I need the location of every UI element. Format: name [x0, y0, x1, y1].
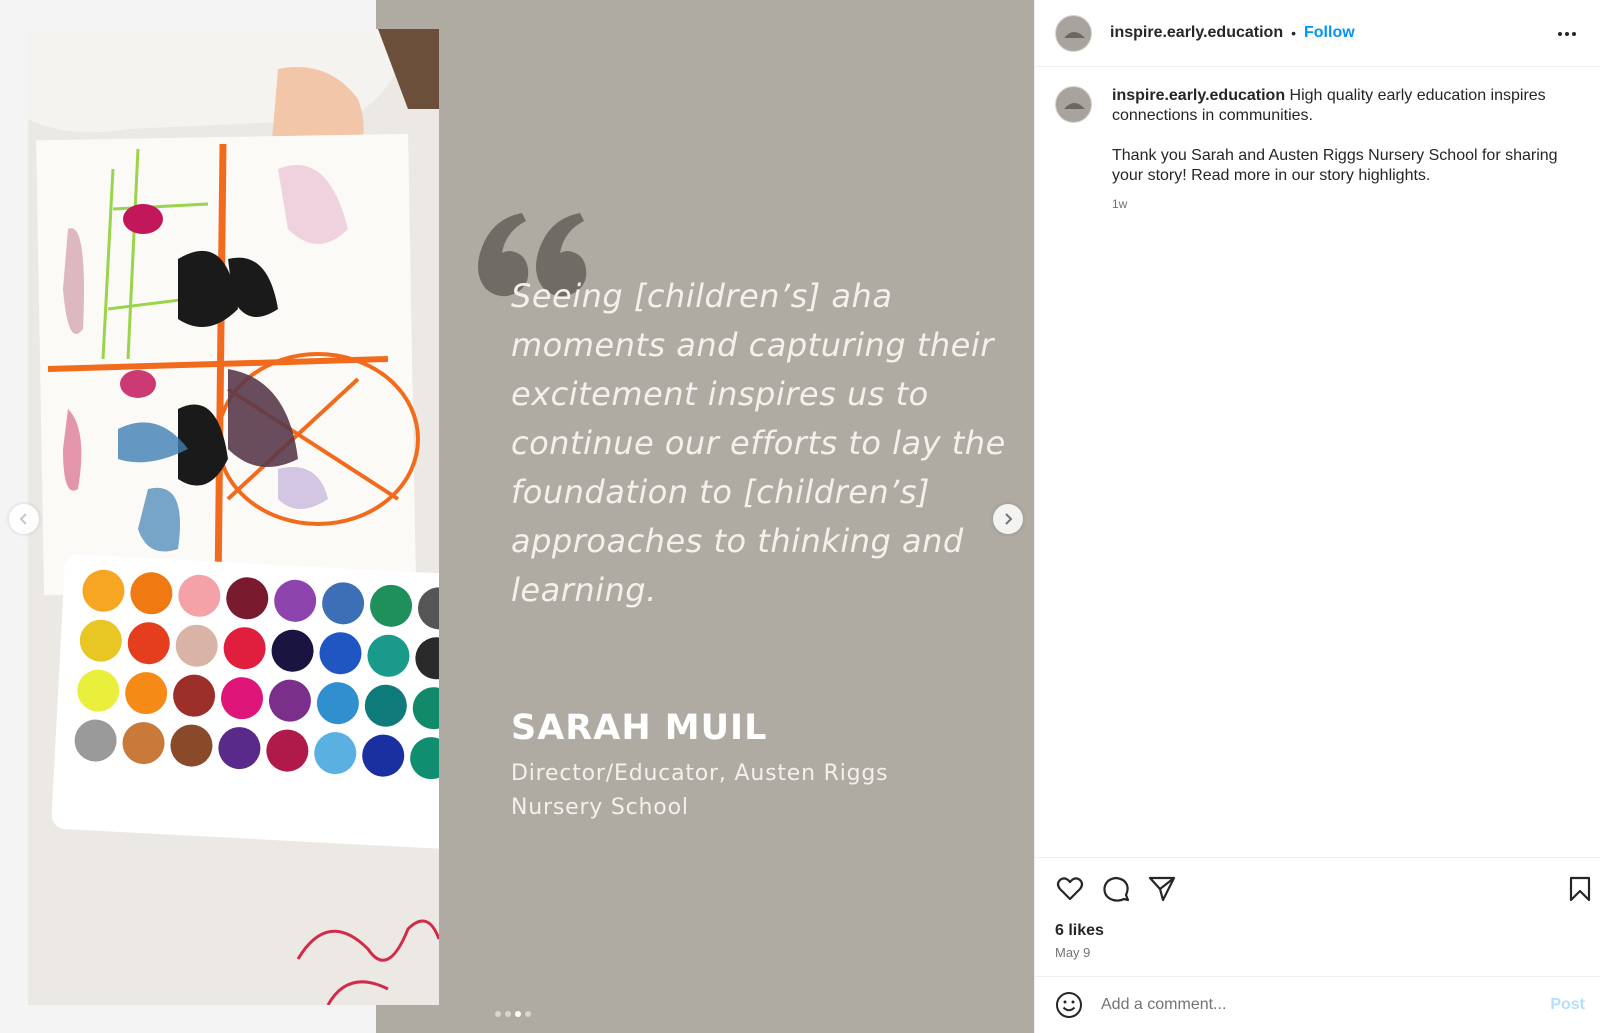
caption-username[interactable]: inspire.early.education: [1112, 87, 1285, 104]
slide-dot-active: [515, 1011, 521, 1017]
artwork-photo: [28, 29, 439, 1005]
quote-text: Seeing [children’s] aha moments and capt…: [511, 277, 1006, 609]
post-date[interactable]: May 9: [1055, 945, 1090, 960]
more-options-button[interactable]: [1555, 22, 1579, 46]
caption-timestamp[interactable]: 1w: [1112, 197, 1581, 211]
post-media: Seeing [children’s] aha moments and capt…: [0, 0, 1034, 1033]
caption-text: inspire.early.education High quality ear…: [1112, 86, 1581, 126]
bookmark-icon: [1569, 876, 1591, 902]
previous-slide-button[interactable]: [9, 504, 39, 534]
author-role: Director/Educator, Austen Riggs Nursery …: [511, 761, 889, 820]
heart-icon: [1056, 877, 1084, 901]
caption-body: inspire.early.education High quality ear…: [1112, 86, 1581, 211]
more-icon: [1558, 32, 1576, 36]
slide-dot: [495, 1011, 501, 1017]
chevron-right-icon: [1005, 513, 1013, 525]
logo-icon: [1064, 31, 1085, 38]
slide-dot: [505, 1011, 511, 1017]
action-bar: [1055, 874, 1177, 904]
post-comment-button[interactable]: Post: [1550, 996, 1585, 1014]
post-caption: inspire.early.education High quality ear…: [1055, 86, 1581, 211]
caption-avatar[interactable]: [1055, 86, 1092, 123]
emoji-button[interactable]: [1055, 991, 1083, 1019]
slide-indicator: [495, 1011, 531, 1017]
header-separator: •: [1291, 25, 1296, 41]
share-icon: [1148, 876, 1176, 902]
post-actions: 6 likes May 9: [1035, 857, 1600, 960]
comment-icon: [1103, 876, 1130, 902]
follow-button[interactable]: Follow: [1304, 24, 1355, 42]
author-name: SARAH MUIL: [511, 708, 768, 748]
comment-button[interactable]: [1101, 874, 1131, 904]
chevron-left-icon: [19, 513, 27, 525]
comment-bar: Post: [1035, 976, 1600, 1033]
comment-input[interactable]: [1101, 996, 1521, 1014]
share-button[interactable]: [1147, 874, 1177, 904]
header-username[interactable]: inspire.early.education: [1110, 24, 1283, 42]
smiley-icon: [1056, 992, 1082, 1018]
caption-paragraph: Thank you Sarah and Austen Riggs Nursery…: [1112, 147, 1558, 184]
like-button[interactable]: [1055, 874, 1085, 904]
logo-icon: [1064, 103, 1085, 109]
save-button[interactable]: [1565, 874, 1595, 904]
likes-count[interactable]: 6 likes: [1055, 922, 1104, 940]
avatar[interactable]: [1055, 14, 1092, 52]
post-sidebar: inspire.early.education • Follow inspire…: [1034, 0, 1600, 1033]
slide-dot: [525, 1011, 531, 1017]
post-header: inspire.early.education • Follow: [1035, 0, 1600, 67]
next-slide-button[interactable]: [993, 504, 1023, 534]
